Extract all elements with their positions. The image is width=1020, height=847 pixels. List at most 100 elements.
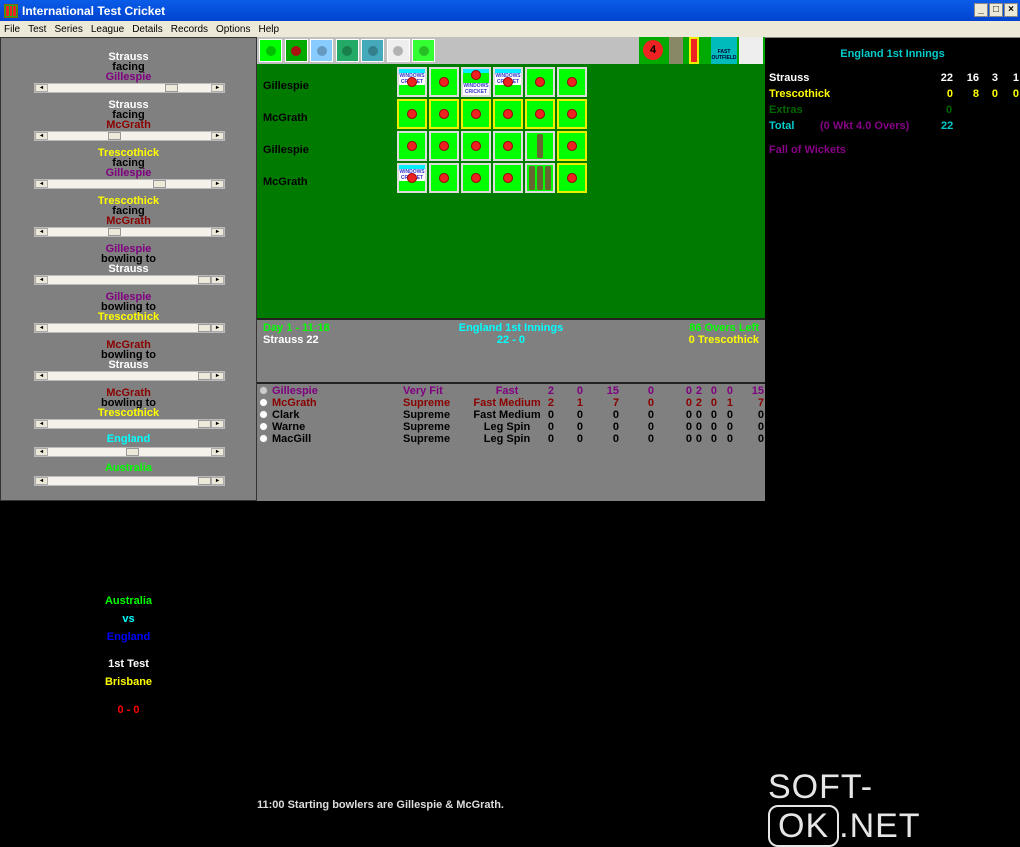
scroll-left-arrow-icon[interactable]: ◂ — [35, 276, 48, 284]
delivery-cell[interactable] — [557, 67, 587, 97]
bowler-row[interactable]: MacGillSupremeLeg Spin0000000000 — [257, 433, 774, 445]
bat-button[interactable] — [259, 39, 282, 62]
clock-button[interactable] — [412, 39, 435, 62]
delivery-cell[interactable] — [429, 99, 459, 129]
rating-slider[interactable]: ◂ ▸ — [34, 227, 225, 237]
scroll-right-arrow-icon[interactable]: ▸ — [211, 324, 224, 332]
delivery-cell[interactable]: WINDOWS CRICKET — [397, 67, 427, 97]
bowler-stat: 0 — [710, 421, 717, 433]
delivery-cell[interactable] — [397, 131, 427, 161]
delivery-cell[interactable]: WINDOWS CRICKET — [493, 67, 523, 97]
menu-details[interactable]: Details — [128, 24, 167, 35]
scroll-left-arrow-icon[interactable]: ◂ — [35, 448, 48, 456]
delivery-cell[interactable] — [429, 67, 459, 97]
bowler-stat: 0 — [695, 409, 702, 421]
rating-slider[interactable]: ◂ ▸ — [34, 447, 225, 457]
rating-slider[interactable]: ◂ ▸ — [34, 323, 225, 333]
bowler-select-radio[interactable] — [259, 434, 268, 443]
delivery-cell[interactable] — [525, 163, 555, 193]
bowler-select-radio[interactable] — [259, 398, 268, 407]
scoreboard-button[interactable] — [386, 39, 410, 62]
delivery-cell[interactable] — [461, 163, 491, 193]
delivery-cell[interactable] — [557, 163, 587, 193]
scroll-left-arrow-icon[interactable]: ◂ — [35, 180, 48, 188]
delivery-cell[interactable]: WINDOWS CRICKET — [461, 67, 491, 97]
scroll-right-arrow-icon[interactable]: ▸ — [211, 448, 224, 456]
scroll-left-arrow-icon[interactable]: ◂ — [35, 372, 48, 380]
delivery-cell[interactable] — [525, 67, 555, 97]
bowler-row[interactable]: ClarkSupremeFast Medium0000000000 — [257, 409, 774, 421]
bowler-row[interactable]: WarneSupremeLeg Spin0000000000 — [257, 421, 774, 433]
rating-slider[interactable]: ◂ ▸ — [34, 371, 225, 381]
rating-slider[interactable]: ◂ ▸ — [34, 83, 225, 93]
close-button[interactable]: × — [1004, 3, 1018, 17]
bowler-name: McGrath — [272, 397, 317, 409]
menu-series[interactable]: Series — [50, 24, 86, 35]
delivery-cell[interactable] — [461, 99, 491, 129]
rating-slider[interactable]: ◂ ▸ — [34, 476, 225, 486]
menu-test[interactable]: Test — [24, 24, 50, 35]
rating-slider[interactable]: ◂ ▸ — [34, 419, 225, 429]
bowler-select-radio[interactable] — [259, 422, 268, 431]
scorecard: England 1st Innings Strauss 22 16 3 1 Trescot… — [765, 37, 1020, 501]
menu-records[interactable]: Records — [167, 24, 212, 35]
scroll-right-arrow-icon[interactable]: ▸ — [211, 276, 224, 284]
bowler-row[interactable]: GillespieVery FitFast201500020150 — [257, 385, 774, 397]
scroll-left-arrow-icon[interactable]: ◂ — [35, 477, 48, 485]
test-number: 1st Test — [108, 658, 149, 670]
delivery-cell[interactable] — [397, 99, 427, 129]
slider-thumb[interactable] — [108, 132, 121, 140]
delivery-cell[interactable] — [461, 131, 491, 161]
scroll-right-arrow-icon[interactable]: ▸ — [211, 372, 224, 380]
scroll-left-arrow-icon[interactable]: ◂ — [35, 132, 48, 140]
delivery-cell[interactable] — [493, 99, 523, 129]
scroll-left-arrow-icon[interactable]: ◂ — [35, 228, 48, 236]
rating-slider[interactable]: ◂ ▸ — [34, 131, 225, 141]
menu-help[interactable]: Help — [255, 24, 284, 35]
slider-thumb[interactable] — [108, 228, 121, 236]
scroll-right-arrow-icon[interactable]: ▸ — [211, 228, 224, 236]
pavilion-button[interactable] — [361, 39, 384, 62]
menu-league[interactable]: League — [87, 24, 128, 35]
delivery-cell[interactable] — [429, 163, 459, 193]
slider-thumb[interactable] — [153, 180, 166, 188]
bowler-select-radio[interactable] — [259, 410, 268, 419]
rating-slider[interactable]: ◂ ▸ — [34, 179, 225, 189]
scroll-left-arrow-icon[interactable]: ◂ — [35, 420, 48, 428]
ball-icon — [407, 141, 417, 151]
delivery-cell[interactable] — [493, 163, 523, 193]
rating-slider[interactable]: ◂ ▸ — [34, 275, 225, 285]
scroll-right-arrow-icon[interactable]: ▸ — [211, 420, 224, 428]
delivery-cell[interactable]: WINDOWS CRICKET — [397, 163, 427, 193]
delivery-cell[interactable] — [557, 131, 587, 161]
bowler-row[interactable]: McGrathSupremeFast Medium2170002170 — [257, 397, 774, 409]
bowler-stat: 0 — [576, 421, 583, 433]
delivery-cell[interactable] — [525, 131, 555, 161]
slider-thumb[interactable] — [198, 276, 211, 284]
slider-thumb[interactable] — [198, 324, 211, 332]
maximize-button[interactable]: □ — [989, 3, 1003, 17]
slider-thumb[interactable] — [198, 372, 211, 380]
minimize-button[interactable]: _ — [974, 3, 988, 17]
delivery-cell[interactable] — [429, 131, 459, 161]
scroll-left-arrow-icon[interactable]: ◂ — [35, 324, 48, 332]
slider-thumb[interactable] — [126, 448, 139, 456]
scroll-left-arrow-icon[interactable]: ◂ — [35, 84, 48, 92]
crowd-button[interactable] — [310, 39, 333, 62]
scroll-right-arrow-icon[interactable]: ▸ — [211, 180, 224, 188]
delivery-cell[interactable] — [493, 131, 523, 161]
scroll-right-arrow-icon[interactable]: ▸ — [211, 477, 224, 485]
delivery-cell[interactable] — [557, 99, 587, 129]
slider-thumb[interactable] — [198, 420, 211, 428]
menu-options[interactable]: Options — [212, 24, 254, 35]
umpire-button[interactable] — [335, 39, 359, 62]
slider-thumb[interactable] — [165, 84, 178, 92]
scroll-right-arrow-icon[interactable]: ▸ — [211, 84, 224, 92]
bowler-select-radio[interactable] — [259, 386, 268, 395]
total-detail: (0 Wkt 4.0 Overs) — [820, 120, 910, 132]
scroll-right-arrow-icon[interactable]: ▸ — [211, 132, 224, 140]
delivery-cell[interactable] — [525, 99, 555, 129]
slider-thumb[interactable] — [198, 477, 211, 485]
menu-file[interactable]: File — [0, 24, 24, 35]
ball-button[interactable] — [284, 39, 308, 62]
